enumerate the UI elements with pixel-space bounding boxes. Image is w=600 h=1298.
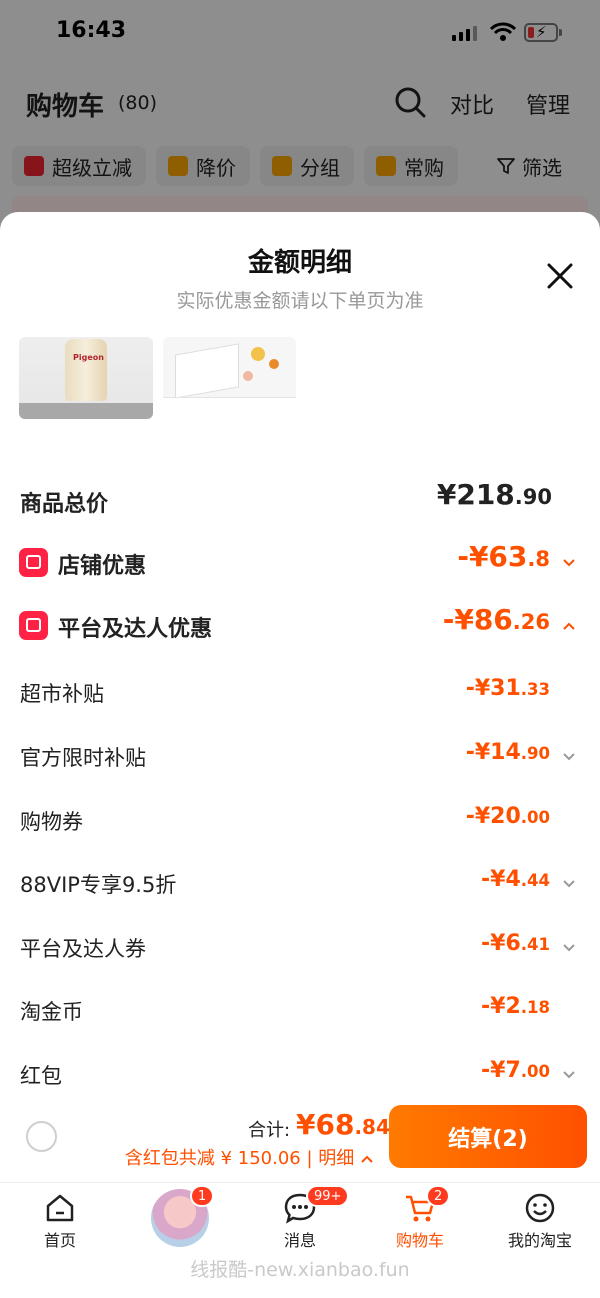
discount-item-label: 官方限时补贴 [20,746,146,770]
discount-item-value: -¥2.18 [481,994,550,1019]
discount-item-label: 红包 [20,1064,62,1088]
tab-messages[interactable]: 99+ 消息 [240,1183,360,1253]
discount-item-value: -¥6.41 [481,931,550,956]
smile-icon [525,1193,555,1223]
tab-home-label: 首页 [43,1231,76,1250]
tab-avatar[interactable]: 1 [120,1183,240,1253]
chevron-down-icon [563,944,575,952]
store-discount-label: 店铺优惠 [58,554,147,579]
platform-discount-label: 平台及达人优惠 [58,617,213,642]
discount-item-value: -¥7.00 [481,1058,550,1083]
sum-value: ¥68.84 [296,1108,390,1141]
total-price-value: ¥218.90 [436,478,552,511]
discount-detail-link[interactable]: 含红包共减 ¥ 150.06 | 明细 [125,1144,374,1170]
tab-home[interactable]: 首页 [0,1183,120,1253]
checkout-button[interactable]: 结算(2) [389,1105,587,1168]
store-icon [19,548,48,577]
tab-mine-label: 我的淘宝 [507,1231,572,1250]
discount-item-value: -¥4.44 [481,867,550,892]
tab-cart-label: 购物车 [395,1231,444,1250]
discount-item-row[interactable]: 官方限时补贴 -¥14.90 [0,736,600,776]
store-discount-row[interactable]: 店铺优惠 -¥63.8 [0,540,600,582]
chevron-down-icon [563,1071,575,1079]
discount-item-value: -¥31.33 [465,676,550,701]
discount-item-label: 平台及达人券 [20,937,146,961]
coupon-icon [19,611,48,640]
product-thumbnail-giftbox[interactable] [163,337,296,419]
bottom-tab-bar: 首页 1 99+ 消息 2 购物车 我的淘宝 线报酷-new.xianbao.f… [0,1182,600,1298]
discount-item-value: -¥14.90 [465,740,550,765]
messages-badge: 99+ [306,1185,350,1207]
discount-item-label: 88VIP专享9.5折 [20,873,177,897]
chevron-down-icon [563,559,575,567]
store-discount-value: -¥63.8 [457,540,550,573]
discount-item-row[interactable]: 平台及达人券 -¥6.41 [0,927,600,967]
avatar-badge: 1 [190,1185,215,1207]
cart-page-background: 16:43 ⚡ 购物车 (80) 对比 管理 超级立减 降价 分组 常购 筛选 [0,0,600,230]
discount-item-row[interactable]: 红包 -¥7.00 [0,1054,600,1094]
home-icon [46,1194,74,1222]
discount-item-row: 淘金币 -¥2.18 [0,990,600,1030]
discount-item-row[interactable]: 88VIP专享9.5折 -¥4.44 [0,863,600,903]
discount-item-row: 购物券 -¥20.00 [0,800,600,840]
discount-item-label: 购物券 [20,810,83,834]
sheet-subtitle: 实际优惠金额请以下单页为准 [176,290,424,312]
tab-cart[interactable]: 2 购物车 [360,1183,480,1253]
total-price-label: 商品总价 [20,492,109,517]
chevron-down-icon [563,753,575,761]
chevron-down-icon [563,880,575,888]
chevron-up-icon [563,622,575,630]
close-icon[interactable] [542,258,578,294]
discount-item-row: 超市补贴 -¥31.33 [0,672,600,712]
product-thumbnail-bottle[interactable]: Pigeon [19,337,153,419]
select-all-radio[interactable] [26,1121,57,1152]
tab-messages-label: 消息 [283,1231,316,1250]
discount-item-label: 淘金币 [20,1000,83,1024]
checkout-bar: 合计: ¥68.84 含红包共减 ¥ 150.06 | 明细 结算(2) [0,1096,600,1182]
platform-discount-value: -¥86.26 [442,603,550,636]
sheet-title: 金额明细 [247,248,352,278]
sum-label: 合计: [248,1120,291,1141]
discount-item-label: 超市补贴 [20,682,104,706]
cart-badge: 2 [426,1185,451,1207]
watermark-text: 线报酷-new.xianbao.fun [190,1259,410,1281]
chevron-up-icon [361,1155,373,1163]
discount-item-value: -¥20.00 [465,804,550,829]
modal-overlay[interactable] [0,0,600,230]
total-price-row: 商品总价 ¥218.90 [0,478,600,520]
tab-mine[interactable]: 我的淘宝 [480,1183,600,1253]
platform-discount-row[interactable]: 平台及达人优惠 -¥86.26 [0,603,600,645]
